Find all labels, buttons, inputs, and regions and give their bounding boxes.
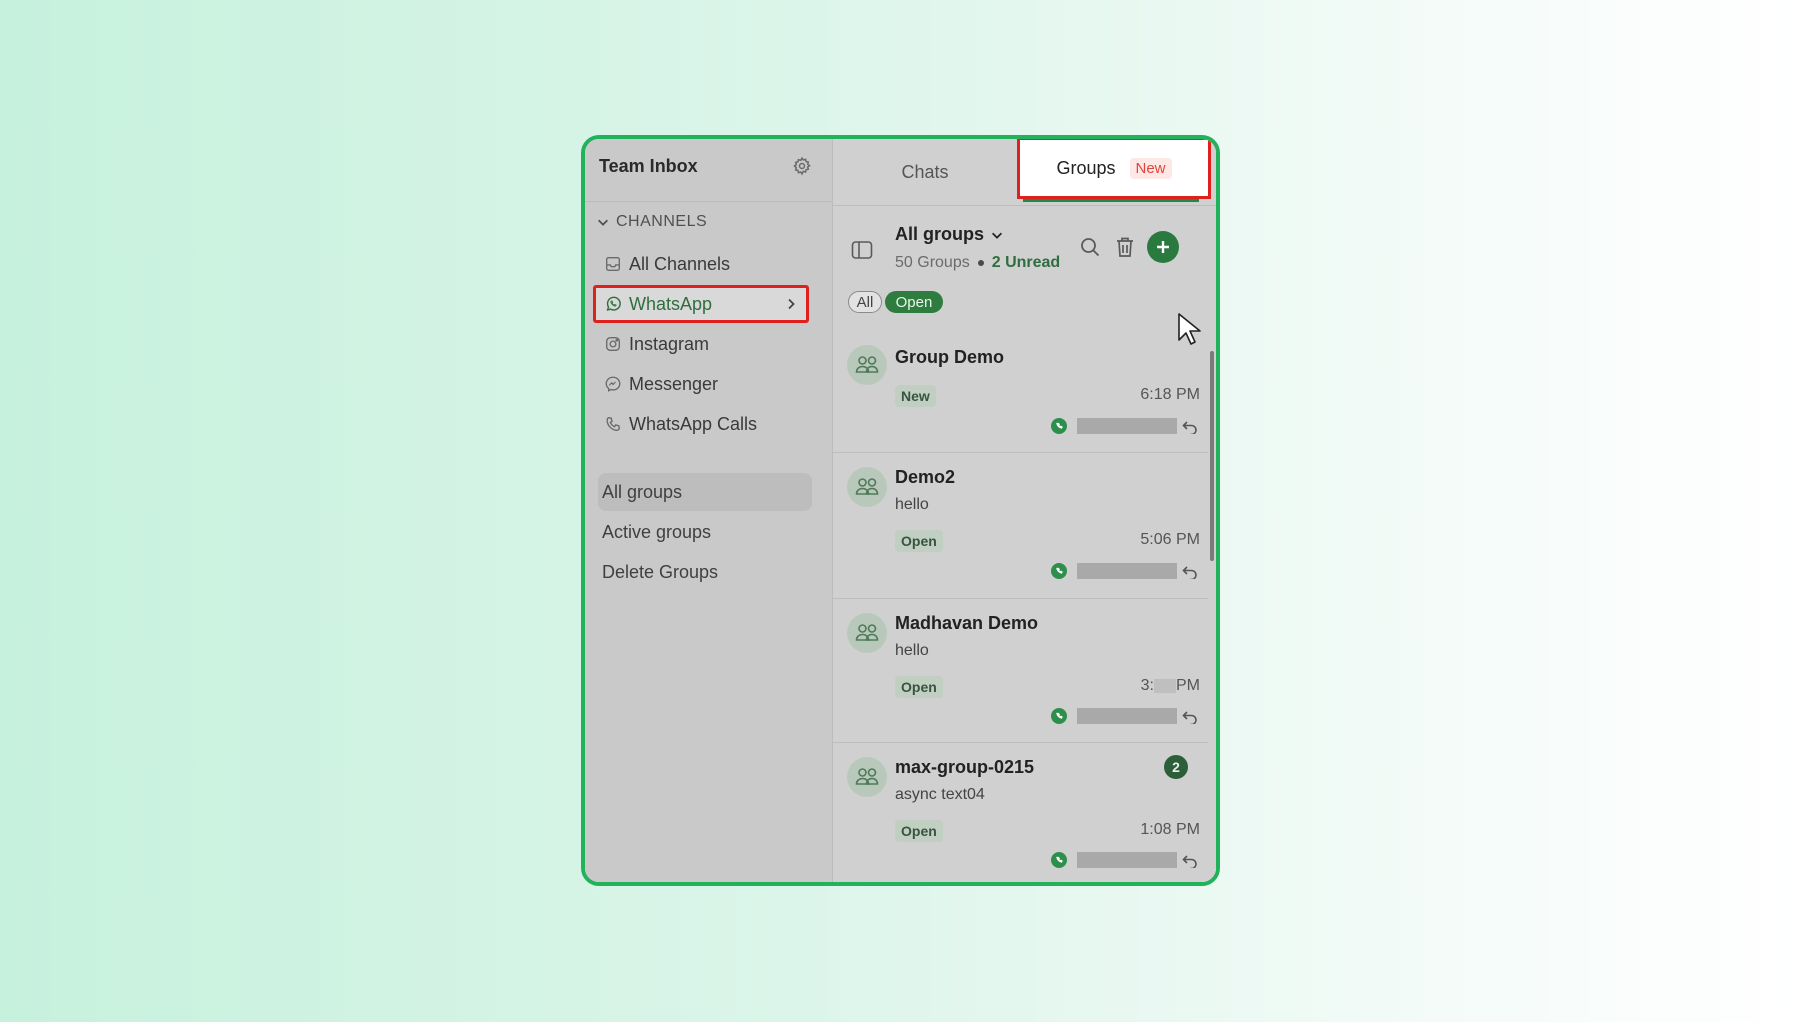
active-tab-indicator <box>1023 199 1199 202</box>
sidebar-item-label: Instagram <box>629 333 710 354</box>
whatsapp-icon <box>1051 563 1067 579</box>
filter-chip-all[interactable]: All <box>848 291 882 313</box>
tab-groups-label: Groups <box>1056 157 1116 178</box>
groups-panel: Chats Groups New All groups 50 Groups 2 … <box>832 139 1216 882</box>
sidebar-item-all-channels[interactable]: All Channels <box>593 245 809 283</box>
group-filter-dropdown[interactable]: All groups <box>895 224 1004 245</box>
list-header: All groups 50 Groups 2 Unread All Open <box>833 205 1216 334</box>
message-time: 3: PM <box>1141 677 1200 695</box>
message-preview: async text04 <box>895 786 985 803</box>
group-count: 50 Groups <box>895 254 970 271</box>
sidebar-item-whatsapp-calls[interactable]: WhatsApp Calls <box>593 405 809 443</box>
sidebar-item-instagram[interactable]: Instagram <box>593 325 809 363</box>
instagram-icon <box>606 337 620 351</box>
redacted-phone-number <box>1077 852 1177 868</box>
status-badge: Open <box>895 676 943 698</box>
message-time: 5:06 PM <box>1140 531 1200 548</box>
sidebar-item-whatsapp[interactable]: WhatsApp <box>593 285 809 323</box>
group-list: Group Demo New 6:18 PM Demo2 hello Open … <box>833 333 1216 882</box>
status-badge: Open <box>895 820 943 842</box>
sidebar-item-delete-groups[interactable]: Delete Groups <box>598 553 812 591</box>
list-scrollbar[interactable] <box>1210 351 1214 561</box>
chevron-right-icon <box>788 298 795 310</box>
sidebar-item-label: WhatsApp <box>629 293 713 314</box>
phone-icon <box>606 416 620 431</box>
status-badge: Open <box>895 530 943 552</box>
group-avatar-icon <box>847 757 887 797</box>
message-time: 6:18 PM <box>1140 386 1200 403</box>
add-group-button[interactable] <box>1147 231 1179 263</box>
reply-icon[interactable] <box>1182 420 1198 434</box>
whatsapp-icon <box>606 296 621 311</box>
list-item[interactable]: max-group-0215 2 async text04 Open 1:08 … <box>833 743 1208 882</box>
message-preview: hello <box>895 496 929 513</box>
group-name: Group Demo <box>895 347 1005 367</box>
channels-heading: CHANNELS <box>616 213 708 230</box>
unread-count: 2 Unread <box>991 254 1061 271</box>
messenger-icon <box>605 376 621 392</box>
whatsapp-icon <box>1051 852 1067 868</box>
separator-dot <box>977 260 984 266</box>
group-name: Madhavan Demo <box>895 613 1039 633</box>
sidebar-item-label: WhatsApp Calls <box>629 413 758 434</box>
sidebar-toggle-icon[interactable] <box>851 240 873 260</box>
inbox-icon <box>606 257 620 271</box>
whatsapp-icon <box>1051 418 1067 434</box>
redacted-phone-number <box>1077 418 1177 434</box>
group-avatar-icon <box>847 345 887 385</box>
whatsapp-icon <box>1051 708 1067 724</box>
plus-icon <box>1157 241 1169 253</box>
reply-icon[interactable] <box>1182 565 1198 579</box>
redacted-phone-number <box>1077 708 1177 724</box>
message-time: 1:08 PM <box>1140 821 1200 838</box>
sidebar-header: Team Inbox <box>585 139 832 202</box>
chevron-down-icon <box>992 232 1002 239</box>
tab-bar: Chats Groups New <box>833 139 1216 205</box>
sidebar-item-active-groups[interactable]: Active groups <box>598 513 812 551</box>
team-inbox-window: Team Inbox CHANNELS All Channels WhatsAp… <box>581 135 1220 886</box>
trash-icon[interactable] <box>1115 236 1135 258</box>
sidebar-item-label: Messenger <box>629 373 719 394</box>
status-badge: New <box>895 385 936 407</box>
reply-icon[interactable] <box>1182 710 1198 724</box>
sidebar-item-label: All Channels <box>629 253 731 274</box>
sidebar-item-all-groups[interactable]: All groups <box>598 473 812 511</box>
filter-chip-open[interactable]: Open <box>885 291 943 313</box>
redacted-time <box>1154 678 1176 693</box>
list-item[interactable]: Madhavan Demo hello Open 3: PM <box>833 599 1208 743</box>
group-stats: 50 Groups 2 Unread <box>895 254 1060 272</box>
group-name: Demo2 <box>895 467 956 487</box>
time-suffix: PM <box>1176 677 1200 694</box>
gear-icon[interactable] <box>792 156 812 176</box>
reply-icon[interactable] <box>1182 854 1198 868</box>
new-badge: New <box>1129 157 1172 179</box>
list-item[interactable]: Demo2 hello Open 5:06 PM <box>833 453 1208 599</box>
search-icon[interactable] <box>1079 236 1101 258</box>
group-name: max-group-0215 <box>895 757 1035 777</box>
unread-count-badge: 2 <box>1164 755 1188 779</box>
time-prefix: 3: <box>1140 677 1154 694</box>
group-filter-label: All groups <box>895 224 984 244</box>
sidebar: Team Inbox CHANNELS All Channels WhatsAp… <box>585 139 832 882</box>
sidebar-item-messenger[interactable]: Messenger <box>593 365 809 403</box>
tab-groups[interactable]: Groups New <box>1017 139 1211 199</box>
channels-section-toggle[interactable]: CHANNELS <box>596 213 707 231</box>
redacted-phone-number <box>1077 563 1177 579</box>
group-avatar-icon <box>847 467 887 507</box>
message-preview: hello <box>895 642 929 659</box>
sidebar-title: Team Inbox <box>599 156 698 176</box>
chevron-down-icon <box>598 219 608 226</box>
list-item[interactable]: Group Demo New 6:18 PM <box>833 333 1208 453</box>
app-surface: Team Inbox CHANNELS All Channels WhatsAp… <box>585 139 1216 882</box>
tab-chats[interactable]: Chats <box>833 139 1017 205</box>
mouse-cursor-icon <box>1178 313 1201 345</box>
group-avatar-icon <box>847 613 887 653</box>
